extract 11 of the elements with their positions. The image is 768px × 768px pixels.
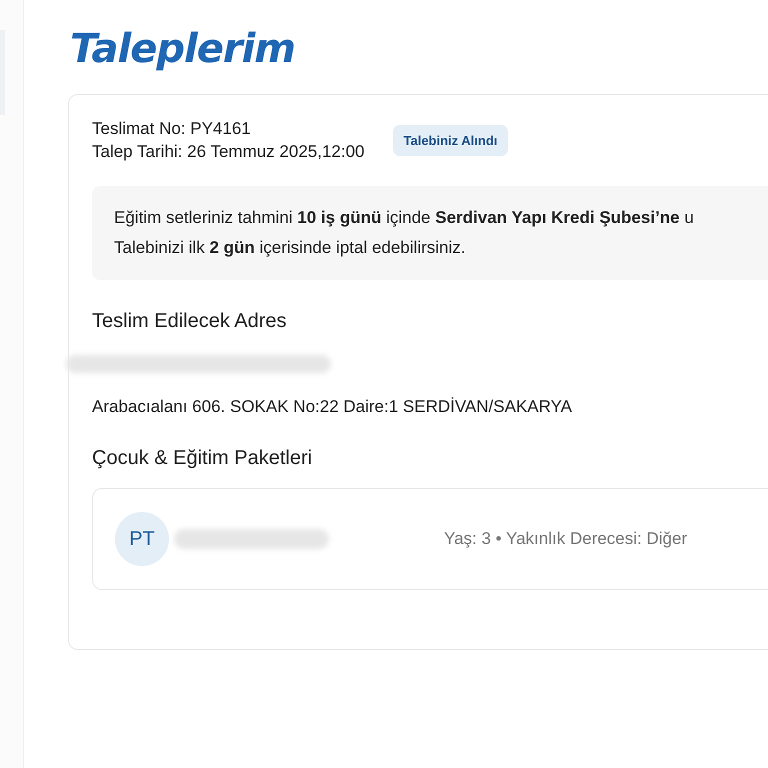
child-details: Yaş: 3 • Yakınlık Derecesi: Diğer <box>444 529 688 549</box>
delivery-number: Teslimat No: PY4161 <box>92 119 252 139</box>
address-text: Arabacıalanı 606. SOKAK No:22 Daire:1 SERDİVAN/SAKARYA <box>92 397 574 417</box>
info-text: Eğitim setleriniz tahmini 10 iş günü içinde Serdivan Yapı Kredi Şubesi’ne u <box>114 207 695 229</box>
request-date: Talep Tarihi: 26 Temmuz 2025,12:00 <box>92 142 364 162</box>
page-title: Taleplerim <box>70 26 296 72</box>
status-badge: Talebiniz Alındı <box>392 125 508 156</box>
avatar: PT <box>115 512 169 566</box>
info-text: Talebinizi ilk 2 gün içerisinde iptal edebilirsiniz. <box>114 237 466 259</box>
packages-heading: Çocuk & Eğitim Paketleri <box>92 447 314 470</box>
address-heading: Teslim Edilecek Adres <box>92 310 288 333</box>
